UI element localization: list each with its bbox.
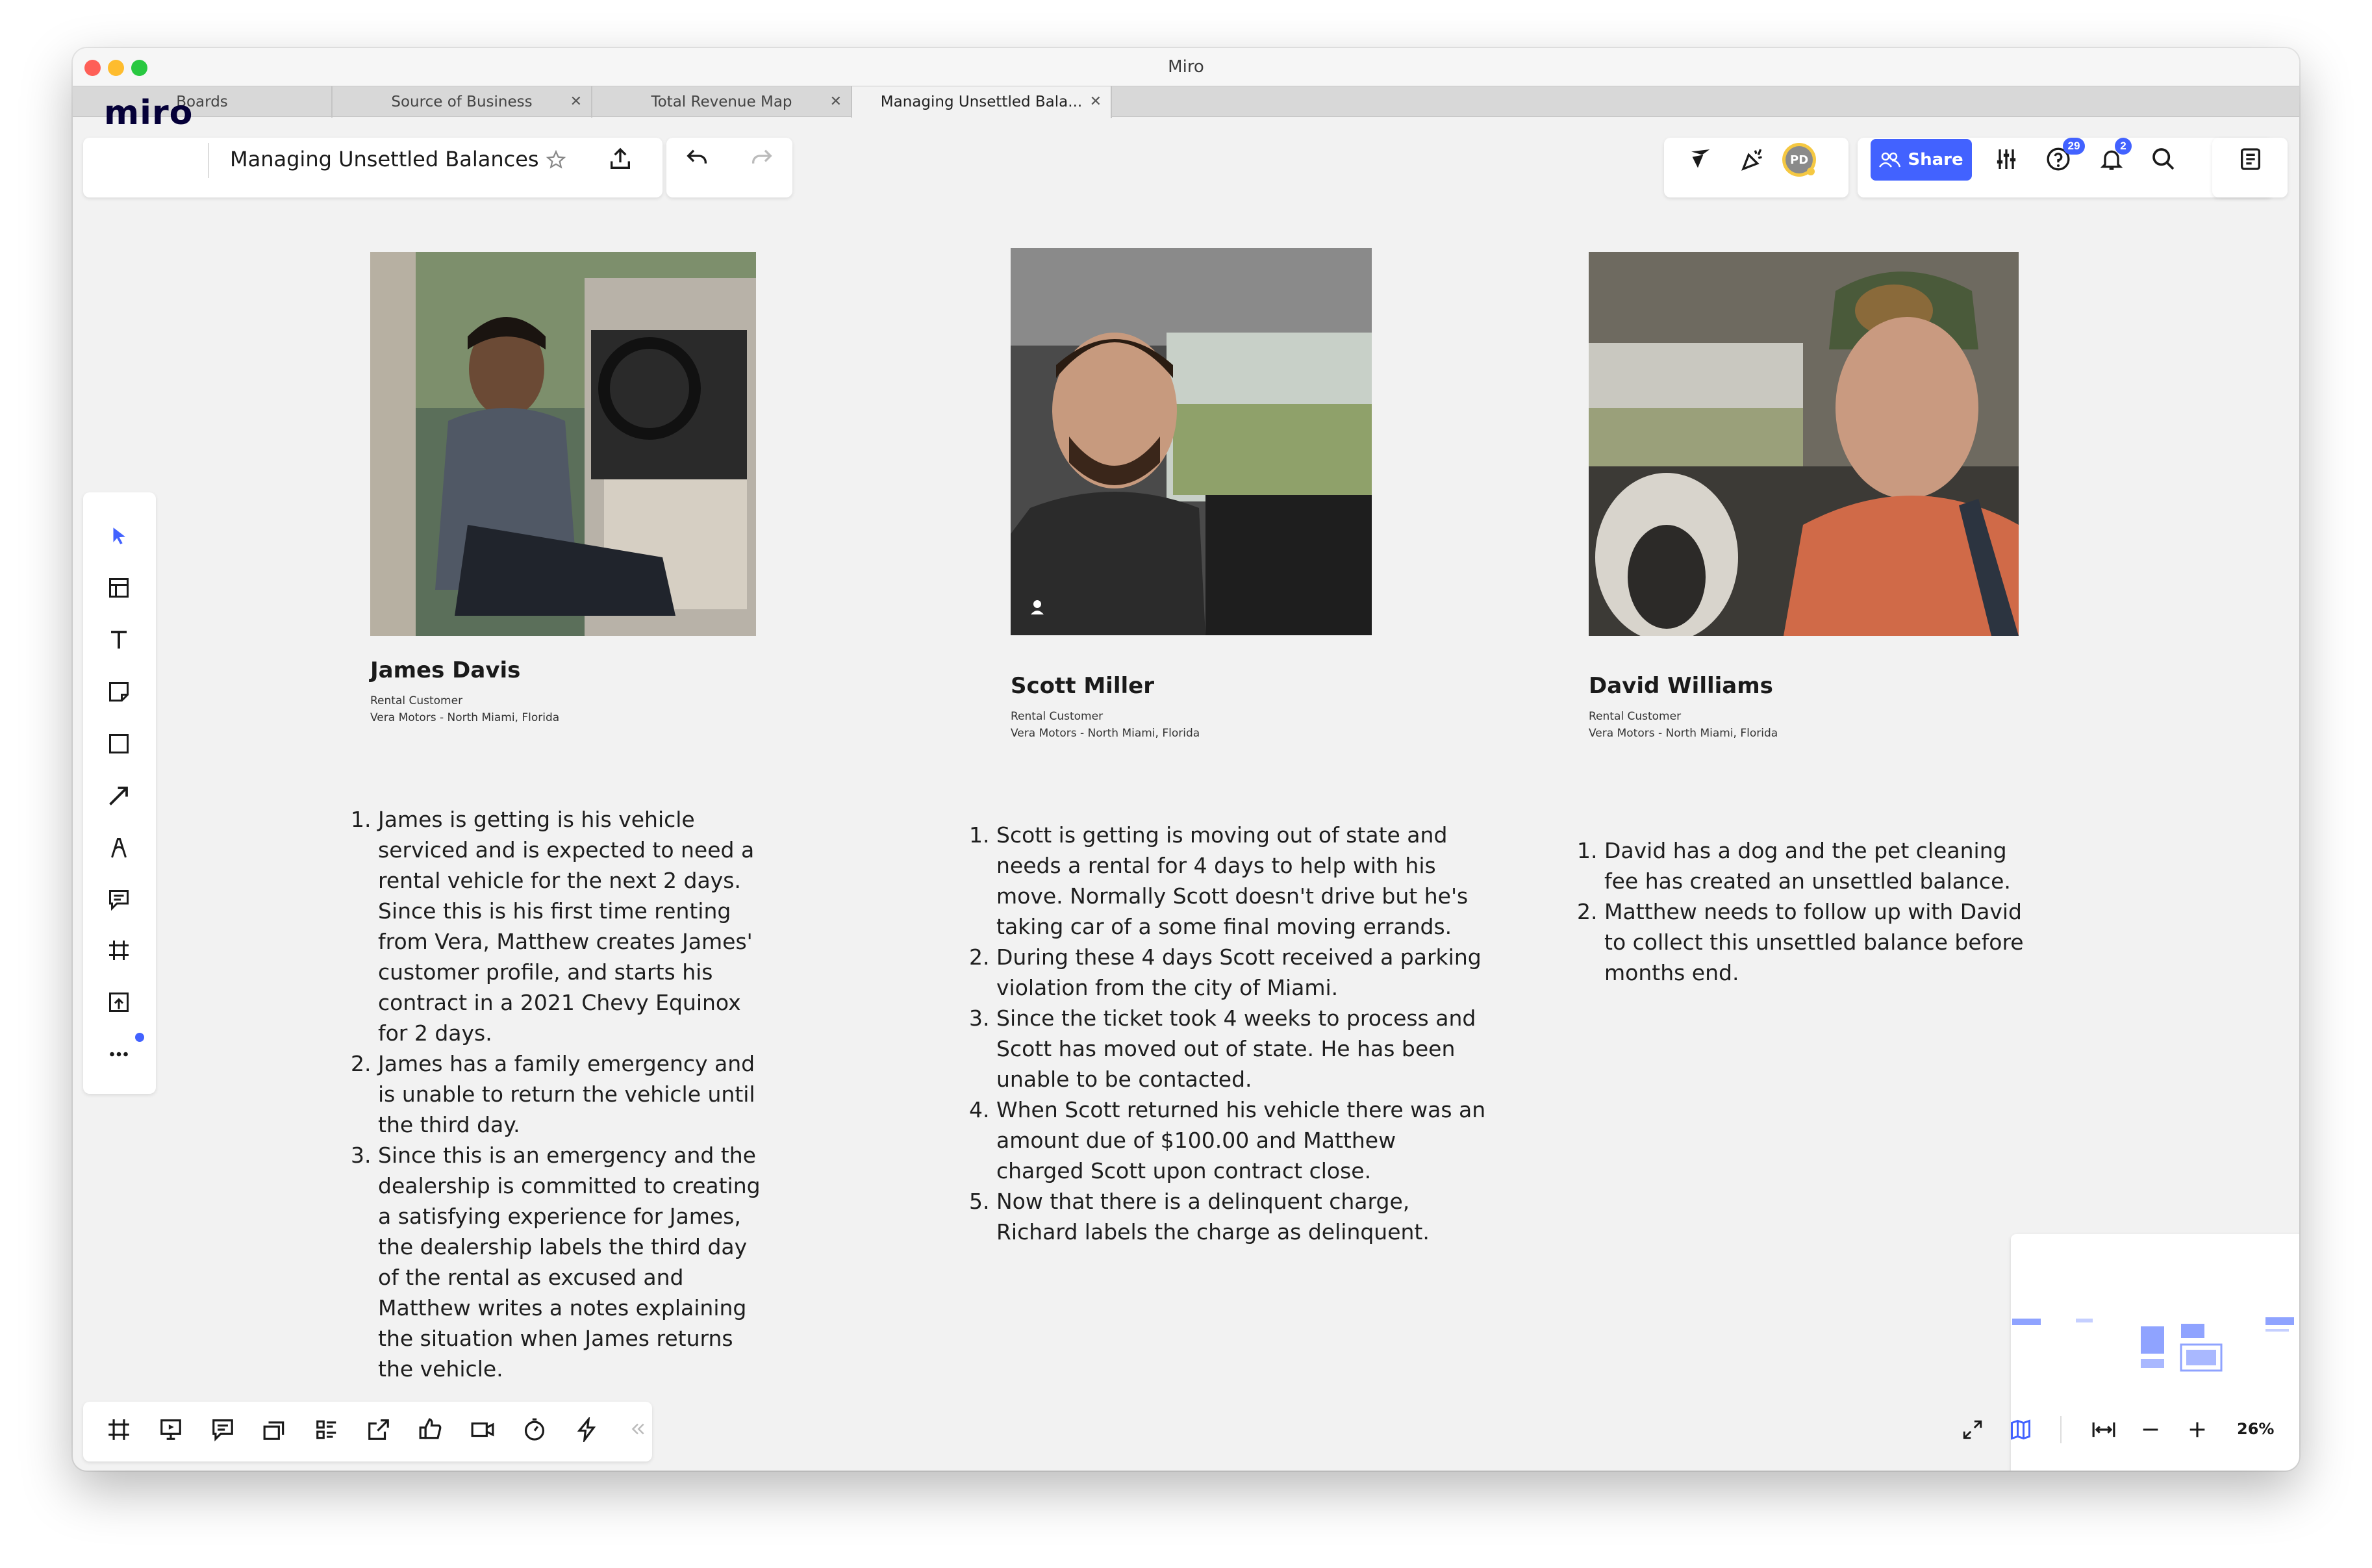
close-tab-icon[interactable]: ✕ xyxy=(830,86,842,118)
note-item: David has a dog and the pet cleaning fee… xyxy=(1604,835,2046,896)
window-titlebar: Miro xyxy=(73,48,2299,86)
collapse-icon[interactable] xyxy=(625,1416,651,1442)
tab-label: Managing Unsettled Bala... xyxy=(880,94,1083,110)
zoom-out-icon[interactable] xyxy=(2136,1415,2165,1445)
customer-location: Vera Motors - North Miami, Florida xyxy=(1589,727,1778,740)
more-indicator-dot xyxy=(135,1033,144,1042)
fullscreen-icon[interactable] xyxy=(1958,1415,1987,1445)
share-screen-icon[interactable] xyxy=(362,1413,395,1446)
window-title: Miro xyxy=(1168,57,1204,77)
customer-name[interactable]: Scott Miller xyxy=(1011,673,1154,699)
customer-photo-david[interactable] xyxy=(1589,252,2019,636)
customer-name[interactable]: James Davis xyxy=(370,657,520,683)
avatar[interactable]: PD xyxy=(1781,142,1820,181)
lightning-icon[interactable] xyxy=(570,1413,603,1446)
customer-photo-james[interactable] xyxy=(370,252,756,636)
frames-icon[interactable] xyxy=(103,1413,135,1446)
customer-location: Vera Motors - North Miami, Florida xyxy=(370,711,560,724)
customer-notes-james[interactable]: James is getting is his vehicle serviced… xyxy=(352,804,774,1384)
scott-photo-image xyxy=(1011,248,1372,635)
customer-notes-david[interactable]: David has a dog and the pet cleaning fee… xyxy=(1578,835,2046,988)
note-item: James has a family emergency and is unab… xyxy=(378,1048,774,1140)
customer-role: Rental Customer xyxy=(1011,710,1104,723)
tab-label: Source of Business xyxy=(391,94,533,110)
minimap-divider xyxy=(2060,1416,2062,1443)
comments-icon[interactable] xyxy=(207,1413,239,1446)
video-icon[interactable] xyxy=(466,1413,499,1446)
list-icon[interactable] xyxy=(310,1413,343,1446)
note-item: Matthew needs to follow up with David to… xyxy=(1604,896,2046,988)
minimap-overview[interactable] xyxy=(2011,1286,2299,1416)
upload-icon[interactable] xyxy=(103,986,135,1018)
customer-role: Rental Customer xyxy=(1589,710,1682,723)
board-divider xyxy=(208,143,209,178)
share-button[interactable]: Share xyxy=(1871,139,1972,181)
close-tab-icon[interactable]: ✕ xyxy=(570,86,582,118)
notifications-badge: 2 xyxy=(2115,138,2132,155)
board-title[interactable]: Managing Unsettled Balances xyxy=(230,147,539,171)
customer-notes-scott[interactable]: Scott is getting is moving out of state … xyxy=(970,820,1490,1247)
note-item: Scott is getting is moving out of state … xyxy=(996,820,1490,942)
export-icon[interactable] xyxy=(604,143,637,175)
note-item: Now that there is a delinquent charge, R… xyxy=(996,1186,1490,1247)
note-item: Since the ticket took 4 weeks to process… xyxy=(996,1003,1490,1094)
pen-icon[interactable] xyxy=(103,831,135,864)
zoom-in-icon[interactable] xyxy=(2182,1415,2212,1445)
cards-icon[interactable] xyxy=(259,1413,291,1446)
search-icon[interactable] xyxy=(2147,143,2180,175)
tab-bar: Boards Source of Business ✕ Total Revenu… xyxy=(73,86,2299,118)
minimize-window-button[interactable] xyxy=(108,60,124,76)
user-icon xyxy=(1031,600,1044,614)
avatar-initials: PD xyxy=(1790,153,1809,167)
tab-source-of-business[interactable]: Source of Business ✕ xyxy=(333,86,592,118)
frame-icon[interactable] xyxy=(103,934,135,967)
people-icon xyxy=(1879,152,1901,168)
tab-label: Total Revenue Map xyxy=(651,94,792,110)
templates-icon[interactable] xyxy=(103,572,135,604)
settings-sliders-icon[interactable] xyxy=(1990,143,2023,175)
zoom-window-button[interactable] xyxy=(131,60,147,76)
shape-icon[interactable] xyxy=(103,727,135,760)
miro-logo[interactable]: miro xyxy=(104,94,193,133)
zoom-level[interactable]: 26% xyxy=(2237,1420,2274,1438)
comment-icon[interactable] xyxy=(103,883,135,916)
note-item: When Scott returned his vehicle there wa… xyxy=(996,1094,1490,1186)
arrow-icon[interactable] xyxy=(103,779,135,812)
undo-icon[interactable] xyxy=(681,143,713,175)
help-badge: 29 xyxy=(2063,138,2085,155)
app-window: Miro Boards Source of Business ✕ Total R… xyxy=(73,48,2299,1471)
note-item: James is getting is his vehicle serviced… xyxy=(378,804,774,1048)
note-item: During these 4 days Scott received a par… xyxy=(996,942,1490,1003)
note-item: Since this is an emergency and the deale… xyxy=(378,1140,774,1384)
timer-icon[interactable] xyxy=(518,1413,551,1446)
notes-icon[interactable] xyxy=(2234,143,2267,175)
fit-width-icon[interactable] xyxy=(2089,1415,2119,1445)
customer-role: Rental Customer xyxy=(370,694,463,707)
tab-total-revenue-map[interactable]: Total Revenue Map ✕ xyxy=(592,86,852,118)
customer-name[interactable]: David Williams xyxy=(1589,673,1773,699)
star-icon[interactable] xyxy=(544,148,568,171)
redo-icon[interactable] xyxy=(746,143,778,175)
customer-location: Vera Motors - North Miami, Florida xyxy=(1011,727,1200,740)
sticky-note-icon[interactable] xyxy=(103,676,135,708)
tab-managing-unsettled-balances[interactable]: Managing Unsettled Bala... ✕ xyxy=(852,86,1112,118)
reactions-icon[interactable] xyxy=(414,1413,447,1446)
cursor-follow-icon[interactable] xyxy=(1685,143,1717,175)
share-label: Share xyxy=(1908,150,1963,170)
text-icon[interactable] xyxy=(103,624,135,656)
james-photo-image xyxy=(370,252,756,636)
celebrate-icon[interactable] xyxy=(1737,143,1769,175)
david-photo-image xyxy=(1589,252,2019,636)
close-tab-icon[interactable]: ✕ xyxy=(1090,86,1102,118)
more-icon[interactable] xyxy=(103,1038,135,1070)
customer-photo-scott[interactable] xyxy=(1011,248,1372,635)
map-icon[interactable] xyxy=(2006,1415,2036,1445)
close-window-button[interactable] xyxy=(84,60,101,76)
select-icon[interactable] xyxy=(103,520,135,552)
presentation-icon[interactable] xyxy=(155,1413,187,1446)
